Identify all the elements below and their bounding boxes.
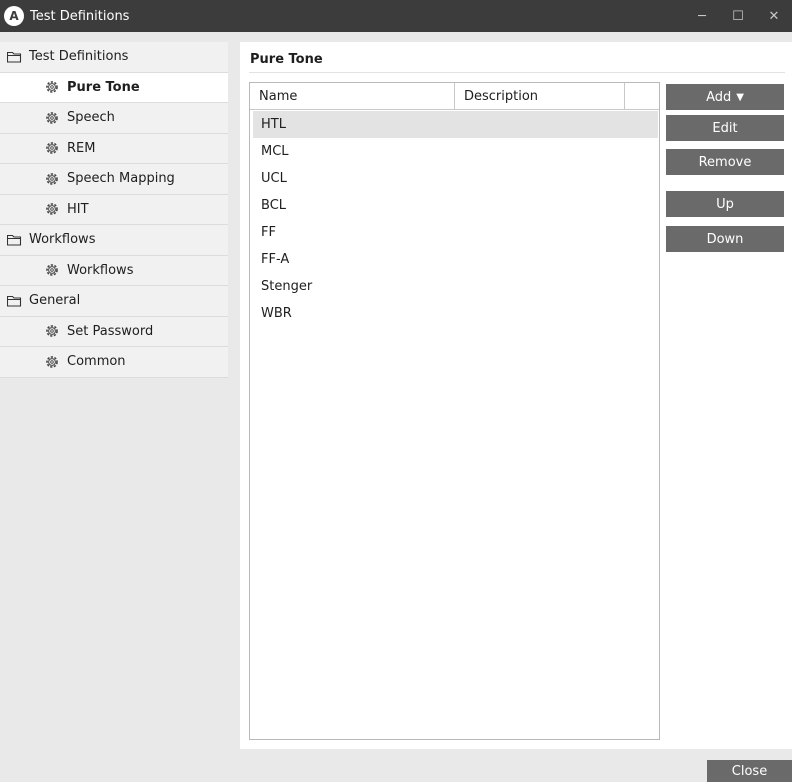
tree-item-set-password[interactable]: Set Password bbox=[0, 317, 228, 347]
list-header: Name Description bbox=[250, 83, 659, 110]
column-header-name[interactable]: Name bbox=[250, 83, 455, 110]
row-name: FF bbox=[261, 225, 276, 240]
tree-item-speech-mapping[interactable]: Speech Mapping bbox=[0, 164, 228, 195]
list-row[interactable]: MCL bbox=[253, 138, 658, 165]
gear-icon bbox=[44, 141, 60, 155]
dropdown-caret-icon: ▼ bbox=[736, 91, 744, 103]
list-row[interactable]: Stenger bbox=[253, 273, 658, 300]
up-button[interactable]: Up bbox=[666, 191, 784, 217]
add-button-label: Add bbox=[706, 89, 732, 105]
row-name: UCL bbox=[261, 171, 287, 186]
row-name: FF-A bbox=[261, 252, 290, 267]
tree-item-workflows[interactable]: Workflows bbox=[0, 256, 228, 286]
row-name: HTL bbox=[261, 117, 286, 132]
title-divider bbox=[249, 72, 785, 73]
gear-icon bbox=[44, 172, 60, 186]
list-row[interactable]: UCL bbox=[253, 165, 658, 192]
tree-group-general[interactable]: General bbox=[0, 286, 228, 317]
folder-icon bbox=[6, 233, 22, 247]
list-row[interactable]: HTL bbox=[253, 111, 658, 138]
row-name: Stenger bbox=[261, 279, 313, 294]
app-logo-icon: A bbox=[4, 6, 24, 26]
down-button[interactable]: Down bbox=[666, 226, 784, 252]
add-button[interactable]: Add ▼ bbox=[666, 84, 784, 110]
tree-item-label: Workflows bbox=[67, 262, 134, 278]
row-name: WBR bbox=[261, 306, 292, 321]
tree-group-test-definitions[interactable]: Test Definitions bbox=[0, 42, 228, 73]
tree-item-label: Test Definitions bbox=[29, 49, 129, 65]
content-panel: Pure Tone Name Description HTL MCL UCL B… bbox=[240, 42, 792, 749]
edit-button[interactable]: Edit bbox=[666, 115, 784, 141]
gear-icon bbox=[44, 111, 60, 125]
tree-item-label: Common bbox=[67, 354, 126, 370]
gear-icon bbox=[44, 324, 60, 338]
gear-icon bbox=[44, 355, 60, 369]
tree-item-label: Speech bbox=[67, 110, 115, 126]
list-row[interactable]: WBR bbox=[253, 300, 658, 327]
column-header-description[interactable]: Description bbox=[455, 83, 625, 110]
gear-icon bbox=[44, 80, 60, 94]
close-window-icon[interactable]: ✕ bbox=[756, 0, 792, 32]
tree-item-common[interactable]: Common bbox=[0, 347, 228, 378]
navigation-tree: Test Definitions Pure Tone Speech REM Sp… bbox=[0, 42, 228, 378]
folder-icon bbox=[6, 50, 22, 64]
row-name: MCL bbox=[261, 144, 289, 159]
gear-icon bbox=[44, 202, 60, 216]
list-row[interactable]: BCL bbox=[253, 192, 658, 219]
list-row[interactable]: FF-A bbox=[253, 246, 658, 273]
tree-item-label: General bbox=[29, 293, 81, 309]
tree-item-label: HIT bbox=[67, 201, 89, 217]
tree-item-label: Pure Tone bbox=[67, 79, 140, 95]
tree-item-hit[interactable]: HIT bbox=[0, 195, 228, 225]
minimize-icon[interactable]: ─ bbox=[684, 0, 720, 32]
tree-item-label: Workflows bbox=[29, 232, 96, 248]
section-title: Pure Tone bbox=[250, 52, 323, 67]
list-rows: HTL MCL UCL BCL FF FF-A Stenger WBR bbox=[253, 111, 658, 327]
close-button[interactable]: Close bbox=[707, 760, 792, 782]
window-controls: ─ ☐ ✕ bbox=[684, 0, 792, 32]
gear-icon bbox=[44, 263, 60, 277]
row-name: BCL bbox=[261, 198, 287, 213]
tree-item-pure-tone[interactable]: Pure Tone bbox=[0, 72, 228, 103]
tree-item-label: Speech Mapping bbox=[67, 171, 175, 187]
tree-item-speech[interactable]: Speech bbox=[0, 103, 228, 134]
tree-group-workflows[interactable]: Workflows bbox=[0, 225, 228, 256]
maximize-icon[interactable]: ☐ bbox=[720, 0, 756, 32]
tree-item-label: Set Password bbox=[67, 323, 154, 339]
list-row[interactable]: FF bbox=[253, 219, 658, 246]
remove-button[interactable]: Remove bbox=[666, 149, 784, 175]
test-list[interactable]: Name Description HTL MCL UCL BCL FF FF-A… bbox=[249, 82, 660, 740]
window-title: Test Definitions bbox=[30, 8, 130, 24]
tree-item-label: REM bbox=[67, 140, 96, 156]
folder-icon bbox=[6, 294, 22, 308]
title-bar: A Test Definitions ─ ☐ ✕ bbox=[0, 0, 792, 32]
tree-item-rem[interactable]: REM bbox=[0, 134, 228, 164]
